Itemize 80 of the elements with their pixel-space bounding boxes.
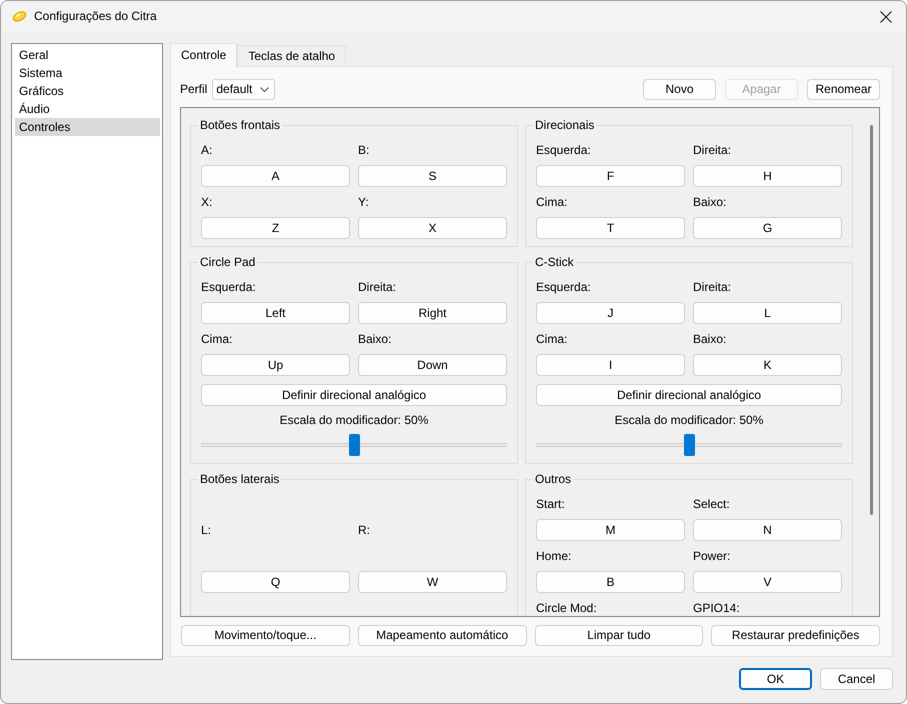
action-button[interactable]: Limpar tudo [534, 625, 704, 646]
binding-label: Power: [693, 549, 730, 563]
binding-label: L: [201, 523, 212, 537]
binding-label: Cima: [201, 332, 232, 346]
dialog-button[interactable]: Cancel [820, 668, 893, 690]
profile-button[interactable]: Novo [643, 79, 716, 100]
tab[interactable]: Controle [170, 43, 238, 67]
key-binding-button[interactable]: A [201, 165, 350, 187]
key-binding-button[interactable]: S [358, 165, 507, 187]
binding-label: A: [201, 143, 212, 157]
key-binding-button[interactable]: G [693, 217, 842, 239]
binding-label: Baixo: [693, 195, 726, 209]
chevron-icon [260, 87, 270, 92]
close-icon [880, 10, 892, 22]
binding-label: Cima: [536, 332, 568, 346]
key-binding-button[interactable]: J [536, 302, 685, 324]
modifier-label: Escala do modificador: 50% [614, 413, 764, 427]
key-binding-button[interactable]: Up [201, 354, 350, 376]
key-binding-button[interactable]: X [358, 217, 507, 239]
group-title: Outros [534, 472, 572, 486]
analog-setup-button[interactable]: Definir direcional analógico [201, 384, 507, 406]
key-binding-button[interactable]: B [536, 571, 685, 593]
scrollbar-thumb[interactable] [870, 125, 873, 515]
sidebar-item[interactable]: Áudio [15, 100, 160, 118]
binding-label: Baixo: [693, 332, 726, 346]
modifier-label: Escala do modificador: 50% [280, 413, 428, 427]
group-title: Botões laterais [199, 472, 280, 486]
group-title: C-Stick [534, 255, 575, 269]
profile-label: Perfil [180, 82, 208, 97]
binding-label: Direita: [358, 280, 396, 294]
action-button[interactable]: Restaurar predefinições [711, 625, 880, 646]
key-binding-button[interactable]: F [536, 165, 685, 187]
binding-label: Baixo: [358, 332, 392, 346]
binding-label: Y: [358, 195, 369, 209]
slider-thumb[interactable] [684, 434, 694, 456]
action-button[interactable]: Mapeamento automático [358, 625, 526, 646]
binding-label: Esquerda: [536, 280, 591, 294]
key-binding-button[interactable]: H [693, 165, 842, 187]
key-binding-button[interactable]: V [693, 571, 842, 593]
key-binding-button[interactable]: T [536, 217, 685, 239]
action-button[interactable]: Movimento/toque... [181, 625, 350, 646]
profile-button[interactable]: Renomear [807, 79, 880, 100]
binding-label: GPIO14: [693, 601, 740, 615]
binding-label: R: [358, 523, 370, 537]
key-binding-button[interactable]: Right [358, 302, 507, 324]
lemon-icon [12, 10, 27, 23]
binding-label: X: [201, 195, 212, 209]
sidebar-item[interactable]: Gráficos [15, 82, 160, 100]
binding-label: Home: [536, 549, 572, 563]
binding-label: Circle Mod: [536, 601, 597, 615]
group-title: Direcionais [534, 118, 596, 132]
window-title: Configurações do Citra [34, 9, 157, 24]
key-binding-button[interactable]: Down [358, 354, 507, 376]
slider-thumb[interactable] [348, 434, 360, 456]
binding-label: Direita: [693, 143, 732, 157]
dialog-button[interactable]: OK [739, 668, 812, 690]
key-binding-button[interactable]: M [536, 519, 685, 541]
binding-label: Start: [536, 497, 565, 511]
key-binding-button[interactable]: Z [201, 217, 350, 239]
key-binding-button[interactable]: Left [201, 302, 350, 324]
binding-label: Esquerda: [536, 143, 591, 157]
tab[interactable]: Teclas de atalho [237, 45, 346, 66]
key-binding-button[interactable]: L [693, 302, 842, 324]
sidebar-item[interactable]: Geral [15, 46, 160, 64]
binding-label: Cima: [536, 195, 568, 209]
key-binding-button[interactable]: K [693, 354, 842, 376]
binding-label: Esquerda: [201, 280, 256, 294]
sidebar-item[interactable]: Sistema [15, 64, 160, 82]
key-binding-button[interactable]: I [536, 354, 685, 376]
group-title: Botões frontais [199, 118, 282, 132]
analog-setup-button[interactable]: Definir direcional analógico [536, 384, 842, 406]
key-binding-button[interactable]: Q [201, 571, 350, 593]
binding-label: Select: [693, 497, 730, 511]
group-title: Circle Pad [199, 255, 256, 269]
binding-label: Direita: [693, 280, 732, 294]
key-binding-button[interactable]: N [693, 519, 842, 541]
profile-dropdown[interactable]: default [212, 79, 276, 100]
key-binding-button[interactable]: W [358, 571, 507, 593]
sidebar-item[interactable]: Controles [15, 118, 160, 136]
binding-label: B: [358, 143, 370, 157]
